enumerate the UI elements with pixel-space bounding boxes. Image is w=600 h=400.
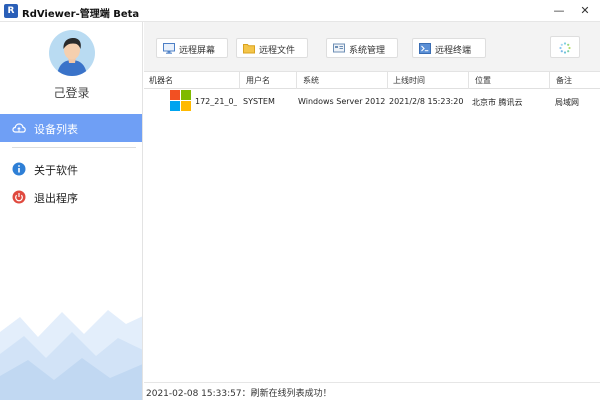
monitor-icon — [163, 43, 175, 54]
folder-icon — [243, 44, 255, 54]
sidebar-divider — [12, 147, 136, 148]
sidebar-item-label: 设备列表 — [34, 123, 78, 136]
column-separator[interactable] — [239, 72, 240, 89]
column-header-location[interactable]: 位置 — [475, 75, 491, 86]
column-header-online-time[interactable]: 上线时间 — [393, 75, 425, 86]
windows-logo-icon — [170, 90, 192, 112]
sidebar: 己登录 设备列表 关于软件 退出程序 — [0, 22, 143, 400]
system-icon — [333, 43, 345, 53]
tool-button-label: 远程终端 — [435, 46, 472, 56]
app-icon: R — [4, 4, 18, 18]
tool-button-label: 远程文件 — [259, 46, 296, 56]
system-manage-button[interactable]: 系统管理 — [326, 38, 398, 58]
minimize-button[interactable]: — — [548, 2, 570, 20]
column-separator[interactable] — [387, 72, 388, 89]
terminal-icon — [419, 43, 431, 54]
power-icon — [12, 190, 26, 204]
column-header-os[interactable]: 系统 — [303, 75, 319, 86]
column-header-remark[interactable]: 备注 — [556, 75, 572, 86]
mountain-decoration — [0, 310, 142, 400]
tool-button-label: 系统管理 — [349, 46, 386, 56]
column-header-machine-name[interactable]: 机器名 — [149, 75, 173, 86]
login-status: 己登录 — [53, 86, 90, 100]
cell-machine-name: 172_21_0_3 — [195, 97, 237, 106]
user-avatar-icon — [57, 38, 87, 76]
column-header-username[interactable]: 用户名 — [246, 75, 270, 86]
remote-terminal-button[interactable]: 远程终端 — [412, 38, 486, 58]
column-separator[interactable] — [296, 72, 297, 89]
refresh-button[interactable] — [550, 36, 580, 58]
table-row[interactable]: 172_21_0_3 SYSTEM Windows Server 2012 ..… — [144, 90, 600, 114]
status-bar: 2021-02-08 15:33:57：刷新在线列表成功！ — [144, 382, 600, 400]
device-table: 机器名 用户名 系统 上线时间 位置 备注 172_21_0_3 SYSTEM … — [144, 72, 600, 382]
sidebar-item-device-list[interactable]: 设备列表 — [0, 114, 142, 142]
remote-file-button[interactable]: 远程文件 — [236, 38, 308, 58]
title-bar: R RdViewer-管理端 Beta — ✕ — [0, 0, 600, 22]
window-title: RdViewer-管理端 Beta — [22, 9, 140, 20]
cell-username: SYSTEM — [243, 97, 275, 106]
column-separator[interactable] — [549, 72, 550, 89]
table-header: 机器名 用户名 系统 上线时间 位置 备注 — [144, 72, 600, 89]
sidebar-item-exit[interactable]: 退出程序 — [0, 183, 142, 211]
cell-location: 北京市 腾讯云 — [472, 98, 523, 107]
sidebar-item-label: 关于软件 — [34, 164, 78, 177]
cell-remark: 局域网 — [555, 98, 579, 107]
sidebar-item-label: 退出程序 — [34, 192, 78, 205]
status-message: 2021-02-08 15:33:57：刷新在线列表成功！ — [146, 389, 332, 399]
toolbar: 远程屏幕 远程文件 系统管理 远程终端 — [144, 22, 600, 72]
column-separator[interactable] — [468, 72, 469, 89]
info-icon — [12, 162, 26, 176]
cloud-icon — [12, 123, 26, 133]
sidebar-item-about[interactable]: 关于软件 — [0, 155, 142, 183]
loading-icon — [559, 42, 571, 54]
close-button[interactable]: ✕ — [574, 2, 596, 20]
tool-button-label: 远程屏幕 — [179, 46, 216, 56]
cell-os: Windows Server 2012 ... — [298, 97, 385, 106]
avatar — [49, 30, 95, 76]
remote-screen-button[interactable]: 远程屏幕 — [156, 38, 228, 58]
cell-online-time: 2021/2/8 15:23:20 — [389, 97, 464, 106]
